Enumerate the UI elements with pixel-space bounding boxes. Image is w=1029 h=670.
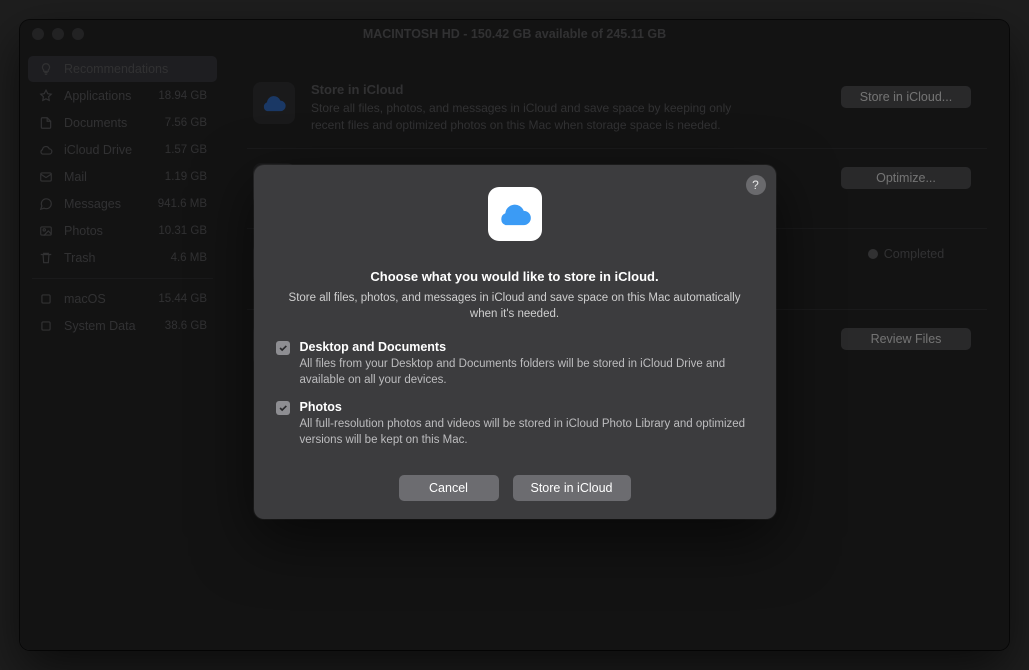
storage-window: MACINTOSH HD - 150.42 GB available of 24… [20,20,1009,650]
option-title: Desktop and Documents [300,340,754,354]
dialog-buttons: Cancel Store in iCloud [399,475,631,501]
option-desc: All full-resolution photos and videos wi… [300,416,754,448]
icloud-app-icon [488,187,542,241]
desktop-documents-checkbox[interactable] [276,341,290,355]
option-desc: All files from your Desktop and Document… [300,356,754,388]
store-in-icloud-dialog: ? Choose what you would like to store in… [254,165,776,519]
option-desktop-documents: Desktop and Documents All files from you… [276,340,754,388]
modal-overlay: ? Choose what you would like to store in… [20,20,1009,650]
photos-checkbox[interactable] [276,401,290,415]
confirm-store-button[interactable]: Store in iCloud [513,475,631,501]
option-title: Photos [300,400,754,414]
dialog-subtitle: Store all files, photos, and messages in… [285,290,745,322]
cancel-button[interactable]: Cancel [399,475,499,501]
dialog-heading: Choose what you would like to store in i… [370,269,658,284]
option-photos: Photos All full-resolution photos and vi… [276,400,754,448]
help-button[interactable]: ? [746,175,766,195]
